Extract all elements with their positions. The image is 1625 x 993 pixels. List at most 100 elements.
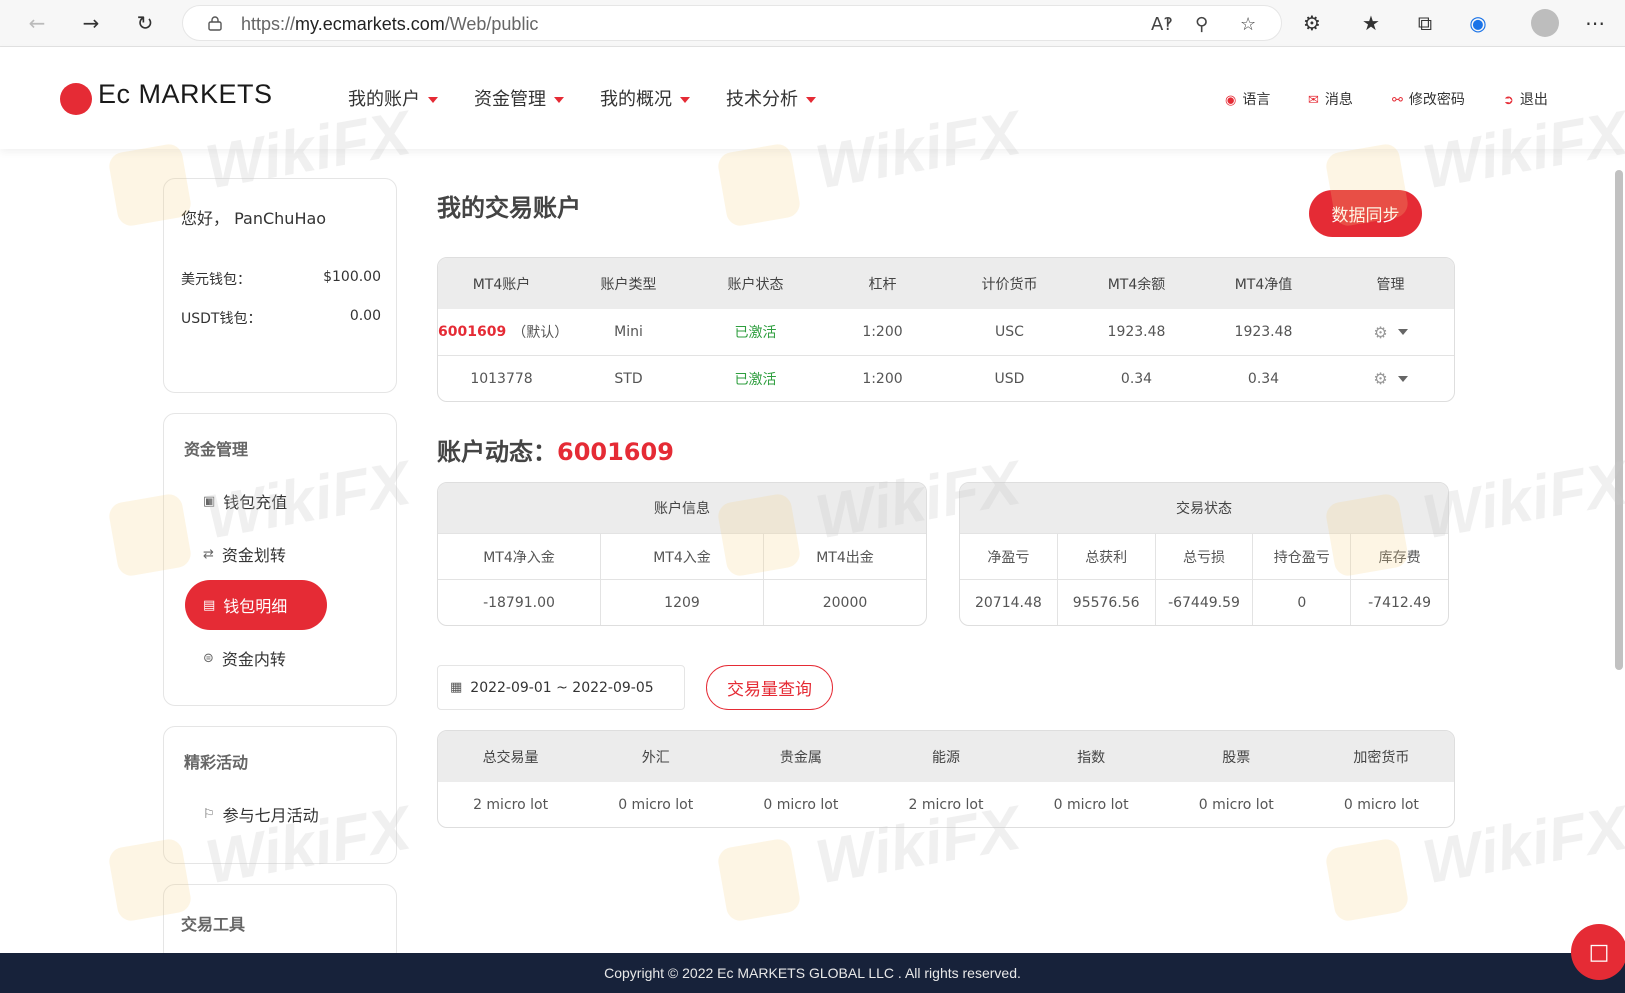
table-row[interactable]: 1013778 STD 已激活 1:200 USD 0.34 0.34 ⚙ [438, 355, 1454, 401]
col-header: 指数 [1077, 749, 1106, 766]
date-range-picker[interactable]: ▦ 2022-09-01 ~ 2022-09-05 [437, 665, 685, 710]
gear-icon[interactable]: ⚙ [1373, 369, 1387, 388]
col-header: 总交易量 [482, 749, 539, 766]
usd-wallet-row: 美元钱包： $100.00 [181, 269, 381, 288]
logout-link[interactable]: ➲ 退出 [1503, 89, 1548, 109]
caret-down-icon[interactable] [1397, 329, 1408, 335]
chat-button[interactable]: □ [1571, 924, 1625, 980]
col-header: 账户状态 [727, 276, 784, 293]
index-volume: 0 micro lot [1053, 797, 1129, 813]
menu-july-activity[interactable]: ⚐ 参与七月活动 [185, 789, 385, 839]
col-header: 总获利 [1056, 534, 1155, 579]
data-sync-button[interactable]: 数据同步 [1309, 190, 1422, 237]
net-deposit: -18791.00 [483, 594, 555, 611]
browser-toolbar: ← → ↻ https://my.ecmarkets.com/Web/publi… [0, 0, 1625, 47]
language-link[interactable]: ◉ 语言 [1225, 89, 1270, 109]
volume-table: 总交易量 外汇 贵金属 能源 指数 股票 加密货币 2 micro lot 0 … [437, 730, 1455, 828]
col-header: MT4净入金 [483, 549, 555, 566]
reload-icon[interactable]: ↻ [130, 8, 160, 38]
col-header: 加密货币 [1353, 749, 1410, 766]
nav-fund-management[interactable]: 资金管理 [474, 85, 564, 111]
caret-down-icon[interactable] [1397, 375, 1408, 382]
globe-icon: ◉ [1225, 93, 1237, 108]
total-profit: 95576.56 [1056, 580, 1155, 625]
currency: USD [994, 370, 1025, 387]
menu-wallet-details[interactable]: ▤ 钱包明细 [185, 580, 327, 630]
caret-down-icon [680, 97, 690, 103]
menu-wallet-deposit[interactable]: ▣ 钱包充值 [185, 476, 327, 526]
tools-card: 交易工具 [163, 884, 397, 964]
user-card: 您好， PanChuHao 美元钱包： $100.00 USDT钱包： 0.00 [163, 178, 397, 393]
watermark-logo-icon [716, 837, 802, 923]
leverage: 1:200 [862, 324, 903, 340]
table-header: 账户信息 [438, 483, 926, 533]
energy-volume: 2 micro lot [908, 797, 984, 813]
forward-icon[interactable]: → [76, 8, 106, 38]
withdrawal: 20000 [763, 580, 926, 625]
scrollbar[interactable] [1615, 170, 1623, 670]
document-icon: ▤ [203, 597, 216, 613]
zoom-icon[interactable]: ⚲ [1195, 14, 1208, 35]
account-status: 已激活 [734, 325, 777, 341]
add-favorite-icon[interactable]: ☆ [1240, 14, 1256, 35]
equity: 1923.48 [1234, 324, 1293, 340]
col-header: MT4入金 [600, 534, 763, 579]
total-loss: -67449.59 [1154, 580, 1253, 625]
lock-icon [208, 16, 222, 31]
extensions-icon[interactable]: ⚙ [1297, 8, 1327, 38]
address-bar[interactable]: https://my.ecmarkets.com/Web/public A‽ ⚲… [182, 5, 1282, 41]
swap-fee: -7412.49 [1350, 580, 1448, 625]
col-header: 净盈亏 [987, 549, 1030, 566]
manage-cell[interactable]: ⚙ [1327, 356, 1454, 401]
col-header: MT4净值 [1234, 276, 1293, 293]
menu-internal-transfer[interactable]: ⊜ 资金内转 [185, 633, 327, 683]
tools-title: 交易工具 [181, 915, 246, 934]
logo-icon [60, 83, 92, 115]
balance: 0.34 [1120, 370, 1153, 387]
site-header: Ec MARKETS 我的账户 资金管理 我的概况 技术分析 ◉ 语言 ✉ 消息 ⚯… [0, 47, 1625, 149]
copyright-text: Copyright © 2022 Ec MARKETS GLOBAL LLC .… [604, 965, 1021, 981]
favorites-icon[interactable]: ★ [1356, 8, 1386, 38]
col-header: 外汇 [641, 749, 670, 766]
table-row: -18791.00 1209 20000 [438, 579, 926, 625]
collections-icon[interactable]: ⧉ [1410, 8, 1440, 38]
logo-text[interactable]: Ec MARKETS [98, 79, 273, 110]
table-row: 20714.48 95576.56 -67449.59 0 -7412.49 [960, 579, 1448, 625]
exchange-icon: ⊜ [203, 650, 214, 666]
gear-icon[interactable]: ⚙ [1373, 323, 1387, 342]
nav-technical-analysis[interactable]: 技术分析 [726, 85, 816, 111]
account-number[interactable]: 6001609 （默认） [438, 309, 568, 355]
table-subheader: MT4净入金 MT4入金 MT4出金 [438, 533, 926, 579]
trade-status-table: 交易状态 净盈亏 总获利 总亏损 持仓盈亏 库存费 20714.48 95576… [959, 482, 1449, 626]
nav-my-account[interactable]: 我的账户 [348, 85, 438, 111]
usdt-wallet-row: USDT钱包： 0.00 [181, 308, 381, 327]
volume-query-button[interactable]: 交易量查询 [706, 665, 833, 710]
dynamics-title: 账户动态：6001609 [437, 438, 674, 466]
net-profit: 20714.48 [974, 594, 1042, 611]
accounts-table: MT4账户 账户类型 账户状态 杠杆 计价货币 MT4余额 MT4净值 管理 6… [437, 257, 1455, 402]
account-number[interactable]: 1013778 [438, 356, 565, 401]
col-header: 持仓盈亏 [1252, 534, 1350, 579]
manage-cell[interactable]: ⚙ [1327, 309, 1454, 355]
table-row[interactable]: 6001609 （默认） Mini 已激活 1:200 USC 1923.48 1… [438, 309, 1454, 355]
col-header: 库存费 [1350, 534, 1448, 579]
edge-icon[interactable]: ◉ [1463, 8, 1493, 38]
profile-avatar[interactable] [1531, 9, 1559, 37]
col-header: 总亏损 [1154, 534, 1253, 579]
table-header: 总交易量 外汇 贵金属 能源 指数 股票 加密货币 [438, 731, 1454, 782]
more-icon[interactable]: ⋯ [1580, 8, 1610, 38]
col-header: 管理 [1376, 276, 1405, 293]
menu-fund-transfer[interactable]: ⇄ 资金划转 [185, 529, 327, 579]
col-header: 计价货币 [981, 276, 1038, 293]
account-status: 已激活 [734, 371, 777, 388]
read-aloud-icon[interactable]: A‽ [1151, 14, 1173, 35]
messages-link[interactable]: ✉ 消息 [1308, 89, 1353, 109]
nav-overview[interactable]: 我的概况 [600, 85, 690, 111]
trade-status-title: 交易状态 [1176, 501, 1232, 517]
forex-volume: 0 micro lot [618, 797, 694, 813]
calendar-icon: ▦ [450, 680, 463, 695]
account-info-title: 账户信息 [654, 501, 710, 517]
back-icon[interactable]: ← [22, 8, 52, 38]
stock-volume: 0 micro lot [1198, 797, 1274, 813]
change-password-link[interactable]: ⚯ 修改密码 [1392, 89, 1465, 109]
